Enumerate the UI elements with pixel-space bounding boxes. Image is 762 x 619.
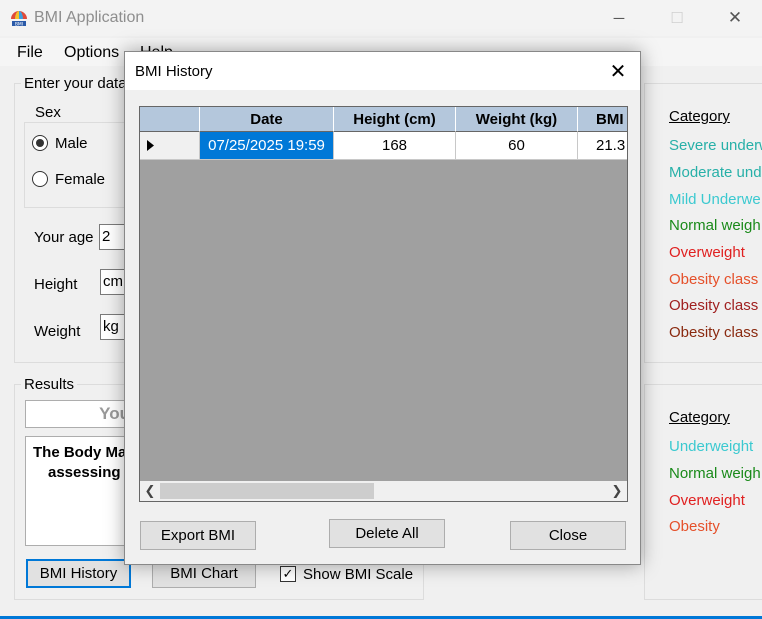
export-bmi-button[interactable]: Export BMI xyxy=(140,521,256,550)
category-item: Overweight xyxy=(669,244,745,261)
category-item: Normal weigh xyxy=(669,217,761,234)
category-title-top: Category xyxy=(669,108,730,125)
bmi-history-dialog: BMI History ✕ Date Height (cm) Weight (k… xyxy=(124,51,641,565)
dialog-title: BMI History xyxy=(135,63,213,80)
scroll-left-icon[interactable]: ❮ xyxy=(140,481,160,501)
category-item: Underweight xyxy=(669,438,754,455)
category-item: Severe underw xyxy=(669,137,762,154)
close-button[interactable]: ✕ xyxy=(706,0,762,36)
category-item: Obesity xyxy=(669,518,720,535)
female-label[interactable]: Female xyxy=(55,171,105,188)
title-bar: BMI BMI Application ─ ☐ ✕ xyxy=(0,0,762,36)
app-title: BMI Application xyxy=(34,9,145,26)
male-radio[interactable] xyxy=(32,135,48,151)
bmi-result-box: You xyxy=(25,400,135,428)
category-title-bottom: Category xyxy=(669,409,730,426)
bmi-history-button[interactable]: BMI History xyxy=(26,559,131,588)
scroll-right-icon[interactable]: ❯ xyxy=(607,481,627,501)
maximize-button[interactable]: ☐ xyxy=(648,0,706,36)
female-radio[interactable] xyxy=(32,171,48,187)
category-item: Obesity class 2 xyxy=(669,297,762,314)
sex-group-label: Sex xyxy=(32,104,64,121)
column-header-date[interactable]: Date xyxy=(200,107,334,132)
svg-text:BMI: BMI xyxy=(15,21,23,27)
cell-date[interactable]: 07/25/2025 19:59 xyxy=(200,132,334,160)
weight-label: Weight xyxy=(34,323,81,340)
row-header-corner xyxy=(140,107,200,132)
scroll-thumb[interactable] xyxy=(160,483,374,499)
cell-height[interactable]: 168 xyxy=(334,132,456,160)
age-label: Your age xyxy=(34,229,94,246)
height-label: Height xyxy=(34,276,78,293)
column-header-bmi[interactable]: BMI xyxy=(578,107,627,132)
results-title: Results xyxy=(21,376,78,393)
cell-weight[interactable]: 60 xyxy=(456,132,578,160)
show-scale-checkbox[interactable]: ✓ xyxy=(280,566,296,582)
category-item: Normal weigh xyxy=(669,465,761,482)
menu-options[interactable]: Options xyxy=(64,44,119,62)
row-selector[interactable] xyxy=(140,132,200,160)
category-item: Mild Underwe xyxy=(669,191,761,208)
horizontal-scrollbar[interactable]: ❮ ❯ xyxy=(140,481,627,501)
category-item: Moderate und xyxy=(669,164,762,181)
row-pointer-icon xyxy=(147,140,154,151)
input-panel-title: Enter your data xyxy=(21,75,130,92)
show-scale-label[interactable]: Show BMI Scale xyxy=(303,566,413,583)
dialog-title-bar: BMI History ✕ xyxy=(125,52,640,90)
column-header-weight[interactable]: Weight (kg) xyxy=(456,107,578,132)
menu-file[interactable]: File xyxy=(17,44,43,62)
male-label[interactable]: Male xyxy=(55,135,88,152)
dialog-close-button[interactable]: Close xyxy=(510,521,626,550)
column-header-height[interactable]: Height (cm) xyxy=(334,107,456,132)
umbrella-chart-icon: BMI xyxy=(11,11,27,27)
delete-all-button[interactable]: Delete All xyxy=(329,519,445,548)
history-grid[interactable]: Date Height (cm) Weight (kg) BMI 07/25/2… xyxy=(139,106,628,502)
dialog-close-icon[interactable]: ✕ xyxy=(604,57,632,85)
category-item: Obesity class 1 xyxy=(669,271,762,288)
cell-bmi[interactable]: 21.3 xyxy=(578,132,627,160)
category-item: Obesity class 3 xyxy=(669,324,762,341)
bmi-description-line: The Body Mas xyxy=(33,444,135,461)
category-item: Overweight xyxy=(669,492,745,509)
minimize-button[interactable]: ─ xyxy=(590,0,648,36)
